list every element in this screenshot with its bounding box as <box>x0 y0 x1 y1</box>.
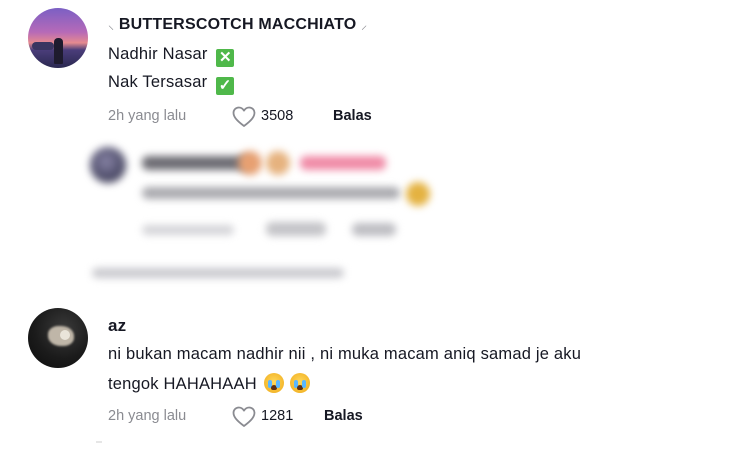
comment-line: ni bukan macam nadhir nii , ni muka maca… <box>108 345 581 364</box>
heart-outline-icon[interactable] <box>232 406 256 432</box>
blurred-reply-button <box>352 223 396 236</box>
comment-line-text: Nak Tersasar <box>108 73 208 91</box>
feather-right-icon: ⸝ <box>361 18 368 32</box>
divider <box>96 441 102 443</box>
comment-line-text: tengok HAHAHAAH <box>108 375 257 393</box>
comment-line: tengok HAHAHAAH <box>108 373 311 394</box>
timestamp: 2h yang lalu <box>108 408 187 424</box>
check-mark-icon: ✓ <box>216 77 235 95</box>
avatar-rock-shape <box>32 42 54 50</box>
cross-mark-icon: ✕ <box>216 49 235 67</box>
blurred-emoji-icon <box>266 151 290 175</box>
comment-line: Nadhir Nasar ✕ <box>108 45 235 67</box>
blurred-badge <box>300 156 386 170</box>
comment-line: Nak Tersasar ✓ <box>108 73 235 95</box>
avatar-highlight-shape <box>60 330 70 340</box>
blurred-emoji-icon <box>406 182 430 206</box>
loudly-crying-face-icon <box>263 373 284 393</box>
blurred-reply-likes <box>266 222 326 236</box>
comment-meta: 2h yang lalu 1281 Balas <box>108 406 363 427</box>
blurred-reply-time <box>142 225 234 235</box>
like-count: 3508 <box>261 108 294 124</box>
loudly-crying-face-icon <box>290 373 311 393</box>
blurred-emoji-icon <box>238 151 262 175</box>
blurred-reply-avatar <box>90 147 126 183</box>
feather-left-icon: ⸜ <box>108 18 115 32</box>
comment-line-text: Nadhir Nasar <box>108 45 208 63</box>
comment-line-text: ni bukan macam nadhir nii , ni muka maca… <box>108 345 582 363</box>
heart-outline-icon[interactable] <box>232 106 256 132</box>
avatar-person-silhouette <box>54 38 63 64</box>
reply-button[interactable]: Balas <box>324 408 363 424</box>
timestamp: 2h yang lalu <box>108 108 187 124</box>
blurred-reply-username <box>142 156 250 170</box>
avatar[interactable] <box>28 308 88 368</box>
blurred-view-replies-link <box>92 268 344 278</box>
like-count: 1281 <box>261 408 294 424</box>
username-text: BUTTERSCOTCH MACCHIATO <box>118 16 357 33</box>
comment-username[interactable]: az <box>108 316 126 336</box>
comment-username[interactable]: ⸜ BUTTERSCOTCH MACCHIATO ⸝ <box>108 16 367 34</box>
blurred-reply-text <box>142 187 400 199</box>
comment-meta: 2h yang lalu 3508 Balas <box>108 106 372 127</box>
avatar[interactable] <box>28 8 88 68</box>
reply-button[interactable]: Balas <box>333 108 372 124</box>
